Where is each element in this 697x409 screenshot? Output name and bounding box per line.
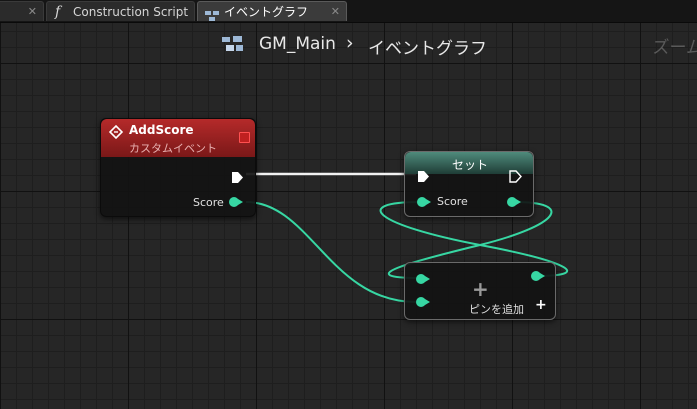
event-node-title: AddScore — [129, 123, 194, 137]
add-node[interactable]: + ピンを追加 + — [404, 262, 556, 320]
score-wire-to-add — [245, 201, 417, 303]
add-input-b-pin[interactable] — [416, 297, 430, 307]
add-operator-icon: + — [472, 277, 489, 301]
exec-in-pin-icon[interactable] — [417, 168, 430, 187]
event-node-subtitle: カスタムイベント — [129, 142, 217, 155]
add-pin-icon[interactable]: + — [535, 298, 547, 312]
set-score-out-pin[interactable] — [507, 197, 521, 207]
event-score-label: Score — [193, 196, 224, 209]
add-output-pin[interactable] — [531, 271, 545, 281]
set-node[interactable]: セット Score — [404, 151, 534, 217]
custom-event-node[interactable]: AddScore カスタムイベント Score — [100, 118, 256, 217]
delegate-pin-icon[interactable] — [239, 132, 250, 143]
set-node-title: セット — [452, 158, 489, 172]
set-score-in-pin[interactable] — [417, 197, 431, 207]
event-score-pin[interactable] — [229, 197, 243, 207]
set-score-label: Score — [437, 195, 468, 208]
add-input-a-pin[interactable] — [416, 274, 430, 284]
event-icon — [108, 124, 124, 143]
exec-out-pin-icon[interactable] — [509, 168, 522, 187]
exec-out-pin-icon[interactable] — [231, 169, 244, 188]
add-pin-label[interactable]: ピンを追加 — [469, 301, 524, 317]
